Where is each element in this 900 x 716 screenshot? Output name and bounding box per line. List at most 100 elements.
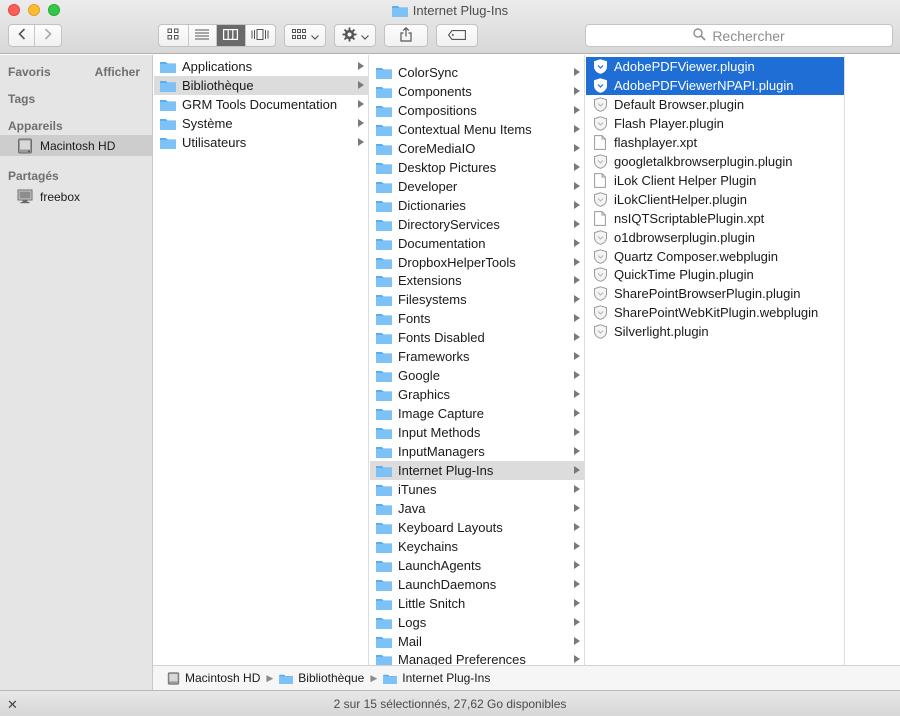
column-row-desktop-pictures[interactable]: Desktop Pictures <box>370 158 584 177</box>
column-row-itunes[interactable]: iTunes <box>370 480 584 499</box>
folder-icon <box>376 142 392 155</box>
column-row-launchagents[interactable]: LaunchAgents <box>370 556 584 575</box>
cover-flow-button[interactable] <box>246 25 275 46</box>
column-row-dictionaries[interactable]: Dictionaries <box>370 196 584 215</box>
sidebar-section-tags: Tags <box>8 92 36 106</box>
column-row-dropboxhelpertools[interactable]: DropboxHelperTools <box>370 253 584 272</box>
column-row-little-snitch[interactable]: Little Snitch <box>370 594 584 613</box>
share-button[interactable] <box>384 24 428 47</box>
column-row-image-capture[interactable]: Image Capture <box>370 404 584 423</box>
column-row-extensions[interactable]: Extensions <box>370 271 584 290</box>
column-row-inputmanagers[interactable]: InputManagers <box>370 442 584 461</box>
window-titlebar: Internet Plug-Ins Rechercher <box>0 0 900 54</box>
column-row-frameworks[interactable]: Frameworks <box>370 347 584 366</box>
column-row-adobepdfviewernpapi-plugin[interactable]: AdobePDFViewerNPAPI.plugin <box>586 75 844 95</box>
column-row-googletalkbrowserplugin-plugin[interactable]: googletalkbrowserplugin.plugin <box>586 152 844 171</box>
column-row-launchdaemons[interactable]: LaunchDaemons <box>370 575 584 594</box>
arrange-grid-icon <box>291 28 306 43</box>
column-row-quicktime-plugin-plugin[interactable]: QuickTime Plugin.plugin <box>586 265 844 284</box>
disclosure-arrow-icon <box>574 86 580 95</box>
sidebar-item-freebox[interactable]: freebox <box>0 186 152 207</box>
arrange-button[interactable] <box>284 24 326 47</box>
column-row-logs[interactable]: Logs <box>370 613 584 632</box>
disclosure-arrow-icon <box>574 219 580 228</box>
disclosure-arrow-icon <box>574 484 580 493</box>
folder-icon <box>160 117 176 130</box>
column-row-default-browser-plugin[interactable]: Default Browser.plugin <box>586 95 844 114</box>
column-row-adobepdfviewer-plugin[interactable]: AdobePDFViewer.plugin <box>586 57 844 76</box>
folder-icon <box>376 369 392 383</box>
column-row-google[interactable]: Google <box>370 366 584 385</box>
plugin-icon <box>592 191 608 207</box>
column-row-coremediaio[interactable]: CoreMediaIO <box>370 139 584 158</box>
column-row-documentation[interactable]: Documentation <box>370 234 584 253</box>
path-item-bibliotheque[interactable]: Bibliothèque <box>279 671 364 685</box>
disclosure-arrow-icon <box>574 333 580 342</box>
column-row-keyboard-layouts[interactable]: Keyboard Layouts <box>370 518 584 537</box>
column-row-keychains[interactable]: Keychains <box>370 537 584 556</box>
search-field[interactable]: Rechercher <box>585 24 893 47</box>
sidebar: Favoris Afficher Tags Appareils Macintos… <box>0 55 153 690</box>
column-row-sharepointwebkitplugin-webplugin[interactable]: SharePointWebKitPlugin.webplugin <box>586 303 844 322</box>
disclosure-arrow-icon <box>574 560 580 569</box>
disclosure-arrow-icon <box>358 81 364 89</box>
column-row-java[interactable]: Java <box>370 499 584 518</box>
list-icon <box>195 28 210 43</box>
folder-icon <box>160 79 176 92</box>
column-row-ilok-client-helper-plugin[interactable]: iLok Client Helper Plugin <box>586 171 844 190</box>
column-row-utilisateurs[interactable]: Utilisateurs <box>154 133 368 152</box>
plugin-icon <box>592 305 608 321</box>
folder-icon <box>383 673 398 684</box>
column-row-ilokclienthelper-plugin[interactable]: iLokClientHelper.plugin <box>586 190 844 209</box>
column-row-grm-tools-documentation[interactable]: GRM Tools Documentation <box>154 95 368 114</box>
column-row-fonts-disabled[interactable]: Fonts Disabled <box>370 328 584 347</box>
path-item-internet-plug-ins[interactable]: Internet Plug-Ins <box>383 671 490 685</box>
column-row-input-methods[interactable]: Input Methods <box>370 423 584 442</box>
sidebar-item-macintosh-hd[interactable]: Macintosh HD <box>0 135 152 156</box>
column-row-managed-preferences[interactable]: Managed Preferences <box>370 650 584 665</box>
column-row-sharepointbrowserplugin-plugin[interactable]: SharePointBrowserPlugin.plugin <box>586 284 844 303</box>
folder-icon <box>376 237 392 250</box>
column-row-mail[interactable]: Mail <box>370 632 584 651</box>
forward-button[interactable] <box>35 25 61 46</box>
status-bar: ✕ 2 sur 15 sélectionnés, 27,62 Go dispon… <box>0 690 900 716</box>
column-row-applications[interactable]: Applications <box>154 57 368 76</box>
browser-column-empty <box>846 55 900 665</box>
column-row-systeme[interactable]: Système <box>154 114 368 133</box>
column-row-contextual-menu-items[interactable]: Contextual Menu Items <box>370 120 584 139</box>
disclosure-arrow-icon <box>574 105 580 114</box>
disclosure-arrow-icon <box>574 617 580 626</box>
back-button[interactable] <box>9 25 36 46</box>
column-row-flashplayer-xpt[interactable]: flashplayer.xpt <box>586 133 844 152</box>
column-row-fonts[interactable]: Fonts <box>370 309 584 328</box>
monitor-icon <box>17 189 33 204</box>
column-row-colorsync[interactable]: ColorSync <box>370 63 584 82</box>
list-view-button[interactable] <box>189 25 218 46</box>
column-row-developer[interactable]: Developer <box>370 177 584 196</box>
edit-tags-button[interactable] <box>436 24 478 47</box>
folder-icon <box>160 60 176 73</box>
column-row-o1dbrowserplugin-plugin[interactable]: o1dbrowserplugin.plugin <box>586 228 844 247</box>
column-view-button[interactable] <box>217 25 246 46</box>
column-row-flash-player-plugin[interactable]: Flash Player.plugin <box>586 114 844 133</box>
action-button[interactable] <box>334 24 376 47</box>
column-row-quartz-composer-webplugin[interactable]: Quartz Composer.webplugin <box>586 247 844 266</box>
column-row-components[interactable]: Components <box>370 82 584 101</box>
column-row-silverlight-plugin[interactable]: Silverlight.plugin <box>586 322 844 341</box>
view-mode-selector <box>158 24 276 47</box>
column-row-graphics[interactable]: Graphics <box>370 385 584 404</box>
column-row-directoryservices[interactable]: DirectoryServices <box>370 215 584 234</box>
sidebar-show-favorites-button[interactable]: Afficher <box>95 65 140 79</box>
disclosure-arrow-icon <box>574 447 580 455</box>
column-row-internet-plug-ins[interactable]: Internet Plug-Ins <box>370 460 584 480</box>
column-row-filesystems[interactable]: Filesystems <box>370 290 584 309</box>
column-row-bibliotheque[interactable]: Bibliothèque <box>154 76 368 95</box>
path-separator-icon: ▶ <box>370 672 378 683</box>
toggle-sidebar-icon[interactable]: ✕ <box>7 697 18 713</box>
disclosure-arrow-icon <box>574 276 580 285</box>
path-item-macintosh-hd[interactable]: Macintosh HD <box>167 671 260 685</box>
column-row-compositions[interactable]: Compositions <box>370 101 584 120</box>
column-row-nsiqtscriptableplugin-xpt[interactable]: nsIQTScriptablePlugin.xpt <box>586 209 844 228</box>
icon-view-button[interactable] <box>159 25 189 46</box>
folder-icon <box>376 161 392 174</box>
